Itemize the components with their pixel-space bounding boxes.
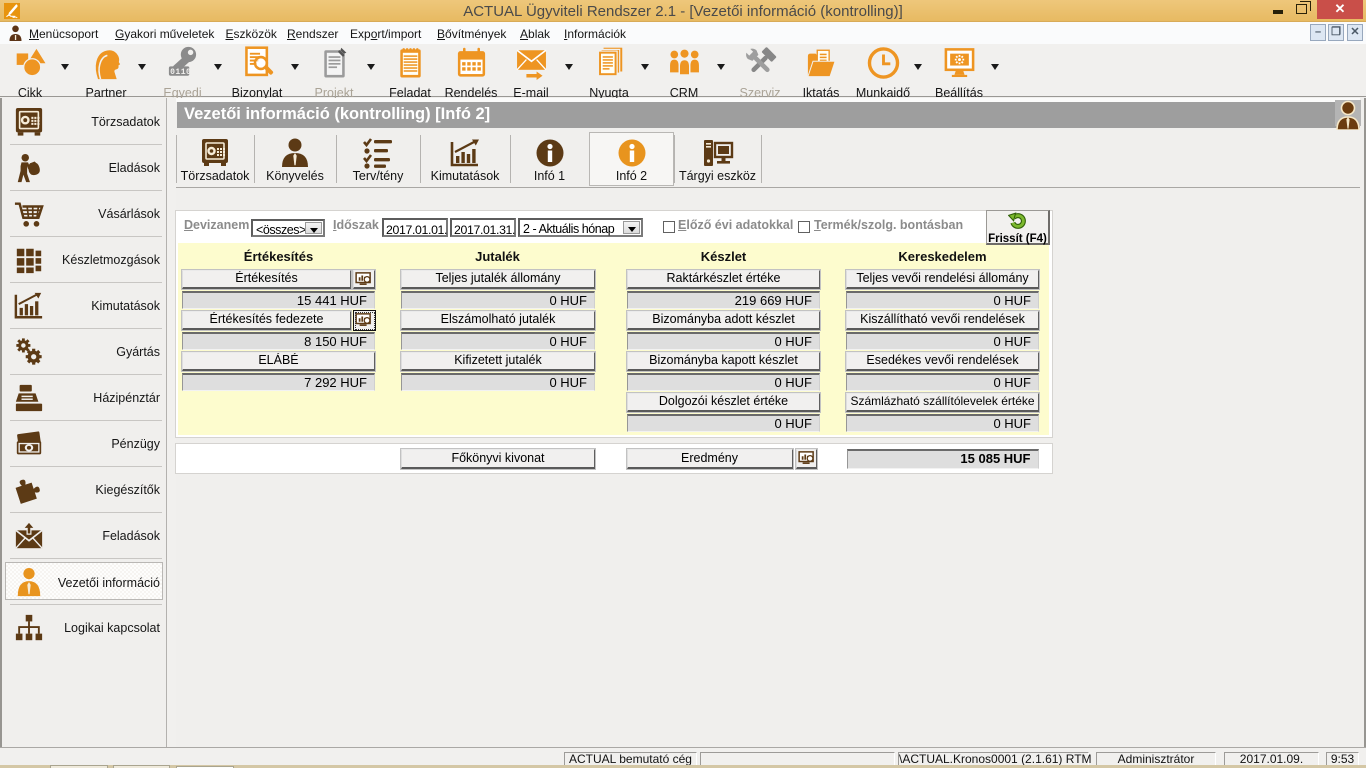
svg-text:0110: 0110 [170, 68, 191, 77]
